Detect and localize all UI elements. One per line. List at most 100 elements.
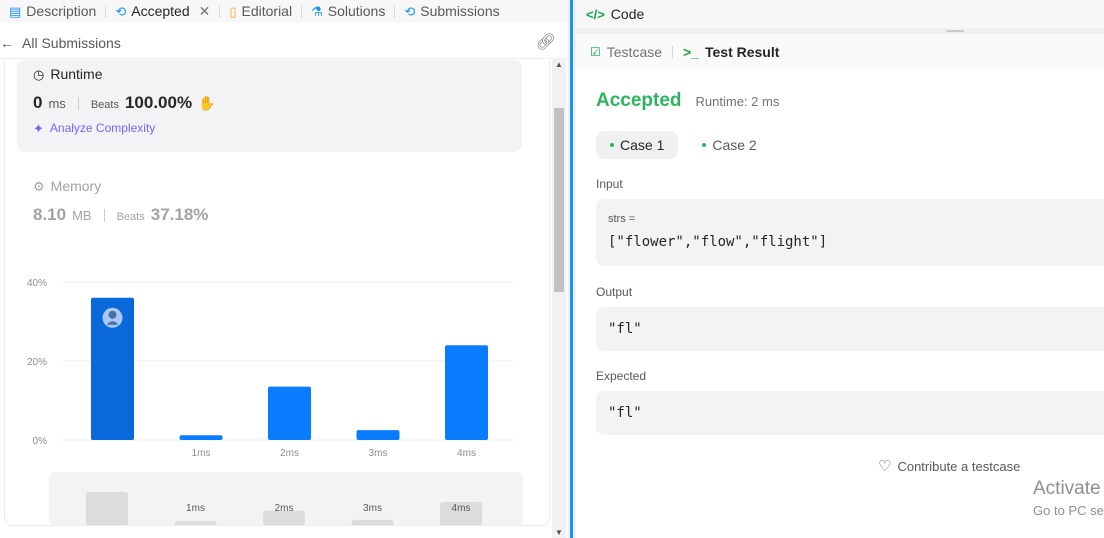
case-tabs: Case 1 Case 2: [596, 131, 771, 159]
right-panel: </> Code ☑ Testcase >_ Test Result Accep…: [576, 0, 1104, 538]
minimap-bar: [174, 521, 217, 525]
runtime-beats-value: 100.00%: [124, 93, 193, 112]
code-title: Code: [610, 6, 645, 22]
scroll-down-arrow[interactable]: ▼: [555, 528, 563, 537]
arrow-left-icon: ←: [0, 34, 14, 51]
input-label: Input: [596, 177, 623, 191]
input-value: ["flower","flow","flight"]: [608, 234, 828, 250]
link-icon[interactable]: 🔗︎: [536, 34, 556, 51]
memory-unit: MB: [72, 208, 92, 223]
y-tick-label: 40%: [27, 278, 47, 289]
tab-test-result[interactable]: >_ Test Result: [683, 44, 779, 60]
analyze-complexity-label: Analyze Complexity: [49, 121, 156, 135]
case-tab-2[interactable]: Case 2: [688, 131, 770, 159]
tab-submissions-label: Submissions: [420, 3, 500, 19]
contribute-label: Contribute a testcase: [897, 459, 1021, 474]
minimap-label: 2ms: [275, 503, 294, 514]
scrollbar-thumb[interactable]: [554, 108, 564, 292]
chart-bar: [179, 435, 223, 440]
expected-box: "fl": [596, 391, 1104, 435]
memory-value: 8.10: [33, 205, 67, 224]
tab-submissions[interactable]: ⟲ Submissions: [395, 1, 508, 21]
tab-divider: [672, 45, 674, 59]
output-value: "fl": [608, 321, 642, 337]
input-var-name: strs =: [608, 213, 636, 225]
left-scrollbar[interactable]: ▲ ▼: [552, 58, 566, 538]
problem-tabbar: ▤ Description ⟲ Accepted ✕ ▯ Editorial ⚗…: [0, 0, 568, 22]
tab-editorial-label: Editorial: [241, 3, 293, 19]
pass-dot-icon: [610, 143, 614, 147]
chart-minimap[interactable]: 1ms 2ms 3ms 4ms: [49, 472, 523, 526]
tab-solutions-label: Solutions: [327, 3, 386, 19]
memory-heading-label: Memory: [50, 178, 102, 194]
grip-icon: [946, 30, 964, 32]
avatar-head: [108, 310, 117, 319]
memory-heading: ⚙ Memory: [33, 178, 513, 194]
tab-accepted-label: Accepted: [131, 3, 190, 19]
case-tab-1[interactable]: Case 1: [596, 131, 679, 159]
minimap-label: 3ms: [363, 503, 382, 514]
memory-card[interactable]: ⚙ Memory 8.10 MB Beats 37.18%: [33, 178, 513, 225]
tab-accepted[interactable]: ⟲ Accepted ✕: [106, 1, 219, 21]
chip-icon: ⚙: [33, 178, 45, 194]
left-panel: ▤ Description ⟲ Accepted ✕ ▯ Editorial ⚗…: [0, 0, 568, 538]
book-icon: ▯: [229, 3, 237, 19]
console-tabs: ☑ Testcase >_ Test Result: [576, 34, 1104, 70]
code-header[interactable]: </> Code: [576, 0, 1104, 28]
runtime-unit: ms: [48, 96, 66, 111]
clock-icon: ◷: [33, 66, 45, 82]
memory-stat: 8.10 MB Beats 37.18%: [33, 205, 513, 225]
result-status: Accepted Runtime: 2 ms: [596, 90, 779, 112]
chart-bar: [356, 430, 400, 440]
memory-beats-value: 37.18%: [150, 205, 209, 224]
case-tab-1-label: Case 1: [620, 137, 665, 153]
tab-description-label: Description: [26, 3, 97, 19]
x-tick-label: 3ms: [369, 448, 388, 459]
chart-bar: [445, 345, 488, 440]
status-accepted: Accepted: [596, 90, 682, 111]
analyze-complexity-button[interactable]: ✦ Analyze Complexity: [33, 121, 506, 135]
runtime-distribution-chart[interactable]: 0% 20% 40% 1ms 2ms 3ms 4ms: [5, 270, 550, 470]
tab-testcase[interactable]: ☑ Testcase: [590, 44, 662, 60]
watermark-line-2: Go to PC se: [1033, 503, 1104, 518]
runtime-beats-label: Beats: [90, 99, 119, 111]
minimap-label: 1ms: [186, 503, 205, 514]
sparkle-icon: ✦: [33, 120, 44, 136]
minimap-bar: [351, 519, 394, 525]
watermark-line-1: Activate: [1033, 478, 1101, 499]
output-box: "fl": [596, 307, 1104, 351]
tab-testcase-label: Testcase: [606, 44, 663, 60]
panel-resize-handle[interactable]: [570, 0, 573, 538]
expected-value: "fl": [608, 405, 642, 421]
expected-label: Expected: [596, 369, 647, 383]
minimap-bar: [86, 492, 128, 525]
all-submissions-label: All Submissions: [22, 34, 121, 51]
tab-solutions[interactable]: ⚗ Solutions: [302, 1, 394, 21]
runtime-value: 0: [33, 93, 43, 112]
contribute-testcase-button[interactable]: ♡ Contribute a testcase: [878, 459, 1020, 474]
x-tick-label: 4ms: [457, 448, 476, 459]
result-runtime: Runtime: 2 ms: [695, 94, 780, 109]
checkbox-icon: ☑: [590, 45, 601, 59]
stat-divider: [77, 96, 79, 110]
close-icon[interactable]: ✕: [199, 3, 211, 20]
pass-dot-icon: [702, 143, 707, 147]
all-submissions-link[interactable]: ← All Submissions: [0, 35, 121, 51]
y-tick-label: 0%: [33, 436, 48, 447]
code-icon: </>: [586, 6, 605, 22]
runtime-card[interactable]: ◷ Runtime 0 ms Beats 100.00% ✋ ✦ Analyze…: [17, 60, 522, 152]
x-tick-label: 2ms: [280, 448, 299, 459]
submission-subbar: ← All Submissions 🔗︎: [0, 27, 568, 59]
input-box: strs = ["flower","flow","flight"]: [596, 199, 1104, 266]
runtime-stat: 0 ms Beats 100.00% ✋: [33, 93, 506, 113]
tab-test-result-label: Test Result: [704, 44, 780, 60]
clap-icon: ✋: [198, 95, 216, 111]
scroll-up-arrow[interactable]: ▲: [555, 60, 563, 69]
case-tab-2-label: Case 2: [712, 137, 757, 153]
runtime-heading-label: Runtime: [50, 66, 103, 82]
tab-editorial[interactable]: ▯ Editorial: [220, 1, 301, 21]
tab-description[interactable]: ▤ Description: [0, 1, 105, 21]
document-icon: ▤: [9, 3, 22, 19]
x-tick-label: 1ms: [192, 448, 211, 459]
heart-icon: ♡: [878, 458, 892, 475]
